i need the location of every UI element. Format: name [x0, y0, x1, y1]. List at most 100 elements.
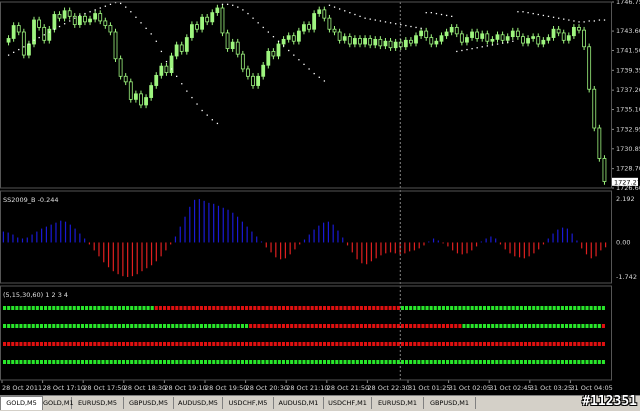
- signal-dot: [372, 342, 376, 346]
- dots-pane[interactable]: [3, 306, 605, 364]
- tab-gold-m5[interactable]: GOLD,M5: [0, 396, 43, 410]
- sar-dot: [430, 12, 432, 14]
- signal-dot: [482, 324, 487, 328]
- candle: [113, 28, 118, 62]
- tab-eurusd-m1[interactable]: EURUSD,M1: [372, 397, 424, 409]
- sar-dot: [445, 14, 448, 17]
- sar-dot: [364, 17, 366, 19]
- signal-dot: [322, 324, 327, 328]
- signal-dot: [569, 360, 573, 364]
- signal-dot: [7, 342, 11, 346]
- sar-dot: [593, 20, 595, 22]
- signal-dot: [281, 306, 286, 310]
- signal-dot: [310, 342, 314, 346]
- signal-dot: [376, 306, 380, 310]
- signal-dot: [441, 306, 445, 310]
- signal-dot: [146, 342, 150, 346]
- candle: [546, 34, 551, 44]
- candle: [149, 82, 154, 101]
- time-label: 28 Oct 17:50: [83, 384, 125, 392]
- signal-dot: [392, 324, 396, 328]
- signal-dot: [335, 306, 339, 310]
- tab-usdchf-m5[interactable]: USDCHF,M5: [223, 397, 274, 409]
- candle: [312, 10, 317, 33]
- signal-dot: [495, 360, 499, 364]
- signal-dot: [437, 360, 441, 364]
- signal-dot: [515, 324, 519, 328]
- sar-dot: [400, 24, 402, 26]
- candle: [159, 62, 164, 79]
- tab-eurusd-m5[interactable]: EURUSD,M5: [72, 397, 124, 409]
- candle: [179, 41, 184, 55]
- signal-dot: [191, 306, 195, 310]
- sar-dot: [384, 21, 387, 23]
- sar-dot: [486, 45, 489, 47]
- signal-dot: [265, 360, 269, 364]
- chart-window[interactable]: 1746.75 1743.60 1741.50 1739.35 1737.20 1735.…: [0, 0, 640, 395]
- candle: [27, 40, 31, 59]
- tab-audusd-m1[interactable]: AUDUSD,M1: [274, 397, 324, 409]
- signal-dot: [19, 306, 23, 310]
- tab-usdchf-m1[interactable]: USDCHF,M1: [324, 397, 372, 409]
- signal-dot: [380, 306, 384, 310]
- time-label: 31 Oct 01:25: [408, 384, 450, 392]
- signal-dot: [269, 342, 273, 346]
- signal-dot: [487, 360, 491, 364]
- signal-dot: [339, 306, 343, 310]
- signal-dot: [298, 324, 302, 328]
- signal-dot: [585, 360, 589, 364]
- signal-dot: [318, 324, 322, 328]
- signal-dot: [495, 342, 499, 346]
- signal-dot: [85, 360, 89, 364]
- indicator-pane[interactable]: 2.192 0.00 -1.742: [2, 195, 637, 281]
- sar-dot: [583, 21, 585, 23]
- candle: [195, 21, 199, 33]
- price-pane[interactable]: 1746.75 1743.60 1741.50 1739.35 1737.20 1735.…: [6, 0, 640, 192]
- sar-dot: [466, 48, 468, 51]
- signal-dot: [552, 306, 556, 310]
- tab-gold-m1[interactable]: GOLD,M1: [43, 397, 74, 409]
- signal-dot: [191, 360, 195, 364]
- signal-dot: [195, 360, 199, 364]
- signal-dot: [162, 360, 167, 364]
- signal-dot: [23, 324, 27, 328]
- signal-dot: [351, 360, 355, 364]
- tab-gbpusd-m5[interactable]: GBPUSD,M5: [124, 397, 174, 409]
- indicator-label: -1.742: [616, 273, 637, 281]
- signal-dot: [515, 342, 519, 346]
- signal-dot: [15, 306, 19, 310]
- signal-dot: [441, 324, 445, 328]
- signal-dot: [310, 306, 314, 310]
- signal-dot: [273, 306, 277, 310]
- sar-dot: [191, 96, 193, 99]
- signal-dot: [593, 342, 597, 346]
- candle: [57, 11, 62, 22]
- time-label: 28 Oct 19:50: [205, 384, 247, 392]
- signal-dot: [60, 360, 64, 364]
- signal-dot: [76, 342, 80, 346]
- signal-dot: [52, 342, 56, 346]
- tab-audusd-m5[interactable]: AUDUSD,M5: [174, 397, 223, 409]
- sar-dot: [135, 16, 137, 18]
- candle: [200, 14, 204, 33]
- signal-dot: [433, 360, 437, 364]
- signal-dot: [536, 342, 540, 346]
- signal-dot: [421, 360, 425, 364]
- signal-dot: [154, 342, 158, 346]
- tab-gbpusd-m1[interactable]: GBPUSD,M1: [424, 397, 476, 409]
- signal-dot: [503, 342, 507, 346]
- candle: [103, 17, 108, 29]
- signal-dot: [560, 324, 564, 328]
- candle: [383, 38, 388, 50]
- signal-dot: [179, 324, 183, 328]
- signal-dot: [101, 324, 105, 328]
- signal-dot: [540, 324, 544, 328]
- signal-dot: [142, 360, 146, 364]
- signal-dot: [569, 342, 573, 346]
- signal-dot: [56, 324, 60, 328]
- signal-dot: [368, 324, 372, 328]
- signal-dot: [322, 342, 327, 346]
- signal-dot: [540, 360, 544, 364]
- sar-dot: [573, 20, 575, 22]
- signal-dot: [499, 360, 503, 364]
